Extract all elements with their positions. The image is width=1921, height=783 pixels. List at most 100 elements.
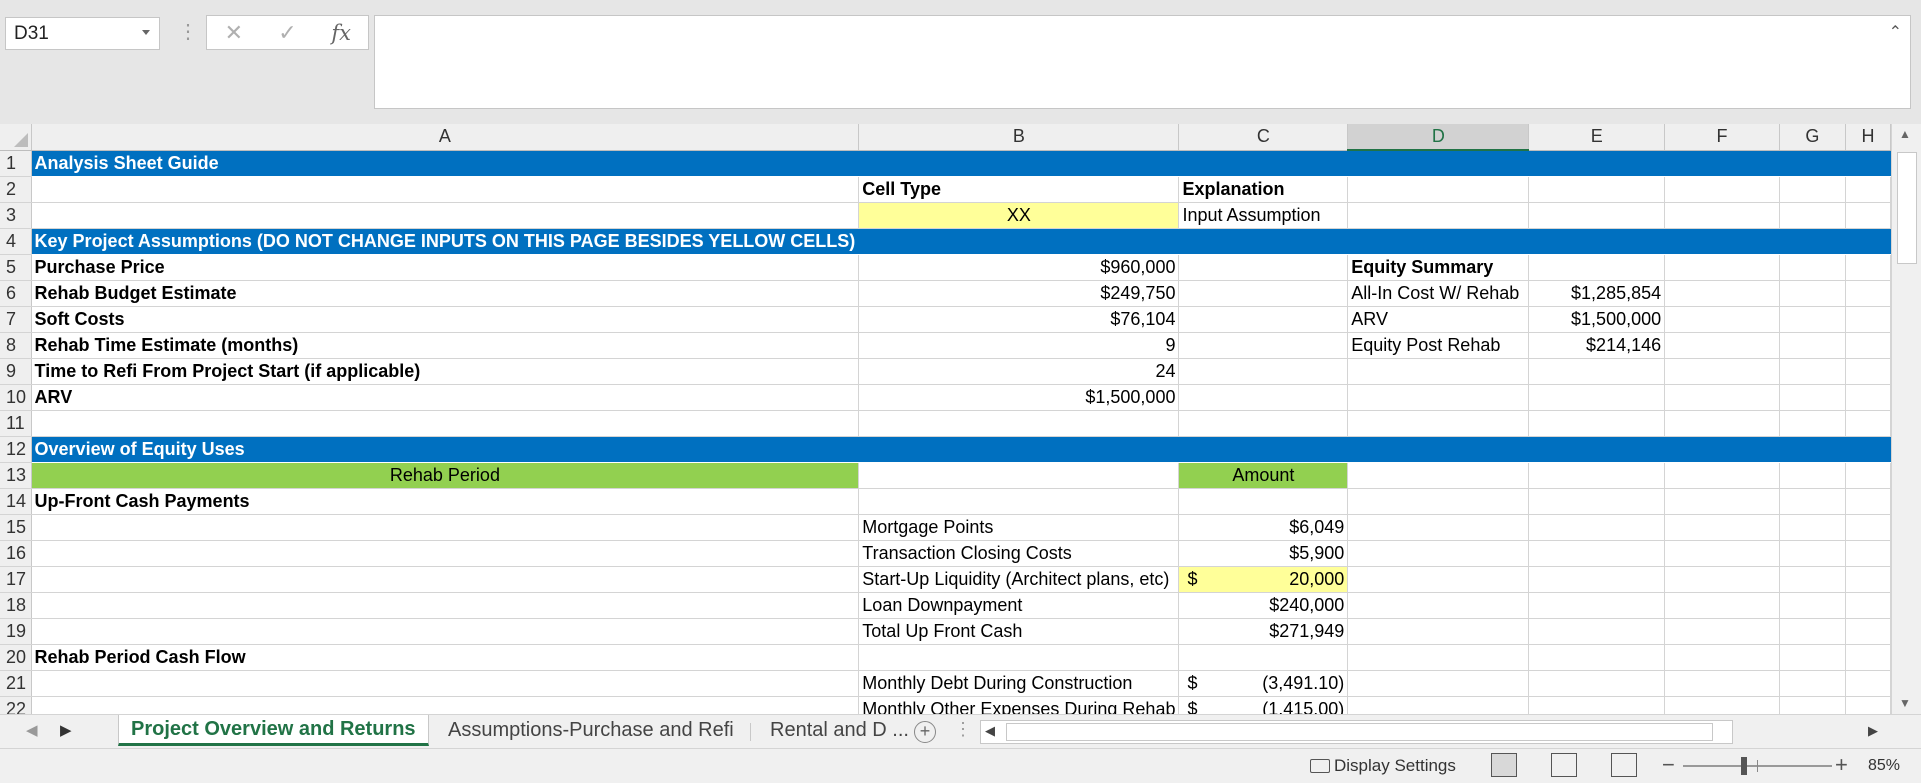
cell[interactable]: Rehab Period Cash Flow bbox=[31, 644, 860, 671]
cell[interactable] bbox=[1528, 462, 1666, 489]
cell[interactable]: Cell Type bbox=[858, 176, 1180, 203]
cell[interactable] bbox=[1845, 254, 1891, 281]
cell[interactable] bbox=[1528, 696, 1666, 714]
cell[interactable] bbox=[1779, 358, 1846, 385]
row-header[interactable]: 2 bbox=[0, 176, 32, 203]
cell[interactable] bbox=[1845, 644, 1891, 671]
row-header[interactable]: 11 bbox=[0, 410, 32, 437]
cell[interactable] bbox=[1664, 696, 1780, 714]
cell[interactable] bbox=[1664, 514, 1780, 541]
cell[interactable] bbox=[1178, 358, 1349, 385]
cell[interactable] bbox=[1528, 410, 1666, 437]
cell[interactable] bbox=[1528, 254, 1666, 281]
drag-handle-icon[interactable]: ⋮ bbox=[954, 719, 972, 740]
cell[interactable] bbox=[1664, 410, 1780, 437]
cell[interactable]: $76,104 bbox=[858, 306, 1180, 333]
cell[interactable] bbox=[1845, 618, 1891, 645]
column-header[interactable]: B bbox=[858, 124, 1180, 151]
cell[interactable] bbox=[1779, 384, 1846, 411]
cell[interactable] bbox=[1779, 592, 1846, 619]
cell[interactable] bbox=[1347, 644, 1530, 671]
cell[interactable] bbox=[1779, 332, 1846, 359]
column-header[interactable]: D bbox=[1347, 124, 1530, 151]
cell[interactable] bbox=[1347, 618, 1530, 645]
cell[interactable]: $271,949 bbox=[1178, 618, 1349, 645]
cell[interactable] bbox=[1779, 254, 1846, 281]
cell[interactable] bbox=[31, 514, 860, 541]
sheet-tab-rental[interactable]: Rental and D ... bbox=[758, 715, 921, 746]
cell[interactable] bbox=[31, 566, 860, 593]
cell[interactable]: Time to Refi From Project Start (if appl… bbox=[31, 358, 860, 385]
cell[interactable] bbox=[1178, 150, 1349, 177]
cell[interactable] bbox=[1845, 410, 1891, 437]
cell[interactable] bbox=[1347, 358, 1530, 385]
cell[interactable] bbox=[1845, 384, 1891, 411]
cell[interactable] bbox=[1664, 644, 1780, 671]
tab-scroll-right-icon[interactable]: ▶ bbox=[60, 721, 72, 739]
cell[interactable] bbox=[31, 696, 860, 714]
cell[interactable]: $1,500,000 bbox=[858, 384, 1180, 411]
cell[interactable]: $ (3,491.10) bbox=[1178, 670, 1349, 697]
row-header[interactable]: 21 bbox=[0, 670, 32, 697]
cell[interactable] bbox=[1347, 488, 1530, 515]
scroll-down-icon[interactable]: ▼ bbox=[1899, 696, 1911, 710]
cell[interactable] bbox=[1779, 410, 1846, 437]
cell[interactable] bbox=[1779, 176, 1846, 203]
row-header[interactable]: 5 bbox=[0, 254, 32, 281]
chevron-down-icon[interactable] bbox=[142, 30, 150, 35]
cell[interactable]: $ (1,415.00) bbox=[1178, 696, 1349, 714]
cell[interactable] bbox=[1528, 228, 1666, 255]
cell[interactable] bbox=[31, 410, 860, 437]
sheet-tab-assumptions[interactable]: Assumptions-Purchase and Refi bbox=[436, 715, 746, 746]
cell[interactable] bbox=[858, 410, 1180, 437]
cell[interactable] bbox=[1347, 228, 1530, 255]
cell[interactable]: Soft Costs bbox=[31, 306, 860, 333]
cell[interactable] bbox=[1347, 150, 1530, 177]
cell[interactable] bbox=[1347, 176, 1530, 203]
cell[interactable]: $6,049 bbox=[1178, 514, 1349, 541]
cell[interactable] bbox=[31, 618, 860, 645]
row-header[interactable]: 3 bbox=[0, 202, 32, 229]
display-settings-button[interactable]: Display Settings bbox=[1310, 756, 1456, 776]
cell[interactable] bbox=[1664, 228, 1780, 255]
cell[interactable] bbox=[1664, 280, 1780, 307]
cell[interactable] bbox=[1664, 592, 1780, 619]
cell[interactable] bbox=[1528, 358, 1666, 385]
cell[interactable] bbox=[1347, 592, 1530, 619]
cell[interactable] bbox=[1845, 436, 1891, 463]
cell[interactable] bbox=[858, 462, 1180, 489]
cell[interactable] bbox=[1779, 150, 1846, 177]
cell[interactable] bbox=[858, 436, 1180, 463]
cell[interactable] bbox=[1845, 228, 1891, 255]
column-header[interactable]: G bbox=[1779, 124, 1846, 151]
row-header[interactable]: 12 bbox=[0, 436, 32, 463]
row-header[interactable]: 7 bbox=[0, 306, 32, 333]
row-header[interactable]: 17 bbox=[0, 566, 32, 593]
cell[interactable] bbox=[1664, 540, 1780, 567]
cell[interactable] bbox=[1779, 462, 1846, 489]
cell[interactable]: Loan Downpayment bbox=[858, 592, 1180, 619]
cell[interactable] bbox=[1845, 358, 1891, 385]
cell[interactable]: 24 bbox=[858, 358, 1180, 385]
scroll-left-icon[interactable]: ◀ bbox=[985, 723, 995, 739]
cell[interactable] bbox=[1528, 202, 1666, 229]
cell[interactable] bbox=[1347, 462, 1530, 489]
horizontal-scroll-thumb[interactable] bbox=[1006, 723, 1713, 741]
cell[interactable] bbox=[31, 592, 860, 619]
cell[interactable] bbox=[1347, 514, 1530, 541]
cell[interactable] bbox=[1845, 488, 1891, 515]
cell[interactable] bbox=[1779, 436, 1846, 463]
cell[interactable] bbox=[1528, 618, 1666, 645]
row-header[interactable]: 1 bbox=[0, 150, 32, 177]
cell[interactable]: Total Up Front Cash bbox=[858, 618, 1180, 645]
cell[interactable] bbox=[1845, 202, 1891, 229]
cell[interactable]: $960,000 bbox=[858, 254, 1180, 281]
row-header[interactable]: 18 bbox=[0, 592, 32, 619]
sheet-tab-project-overview[interactable]: Project Overview and Returns bbox=[118, 715, 429, 746]
cell[interactable] bbox=[1528, 436, 1666, 463]
scroll-thumb[interactable] bbox=[1897, 152, 1917, 264]
cell[interactable] bbox=[1779, 670, 1846, 697]
cell[interactable] bbox=[1178, 254, 1349, 281]
cell[interactable]: Purchase Price bbox=[31, 254, 860, 281]
cell[interactable] bbox=[1779, 618, 1846, 645]
